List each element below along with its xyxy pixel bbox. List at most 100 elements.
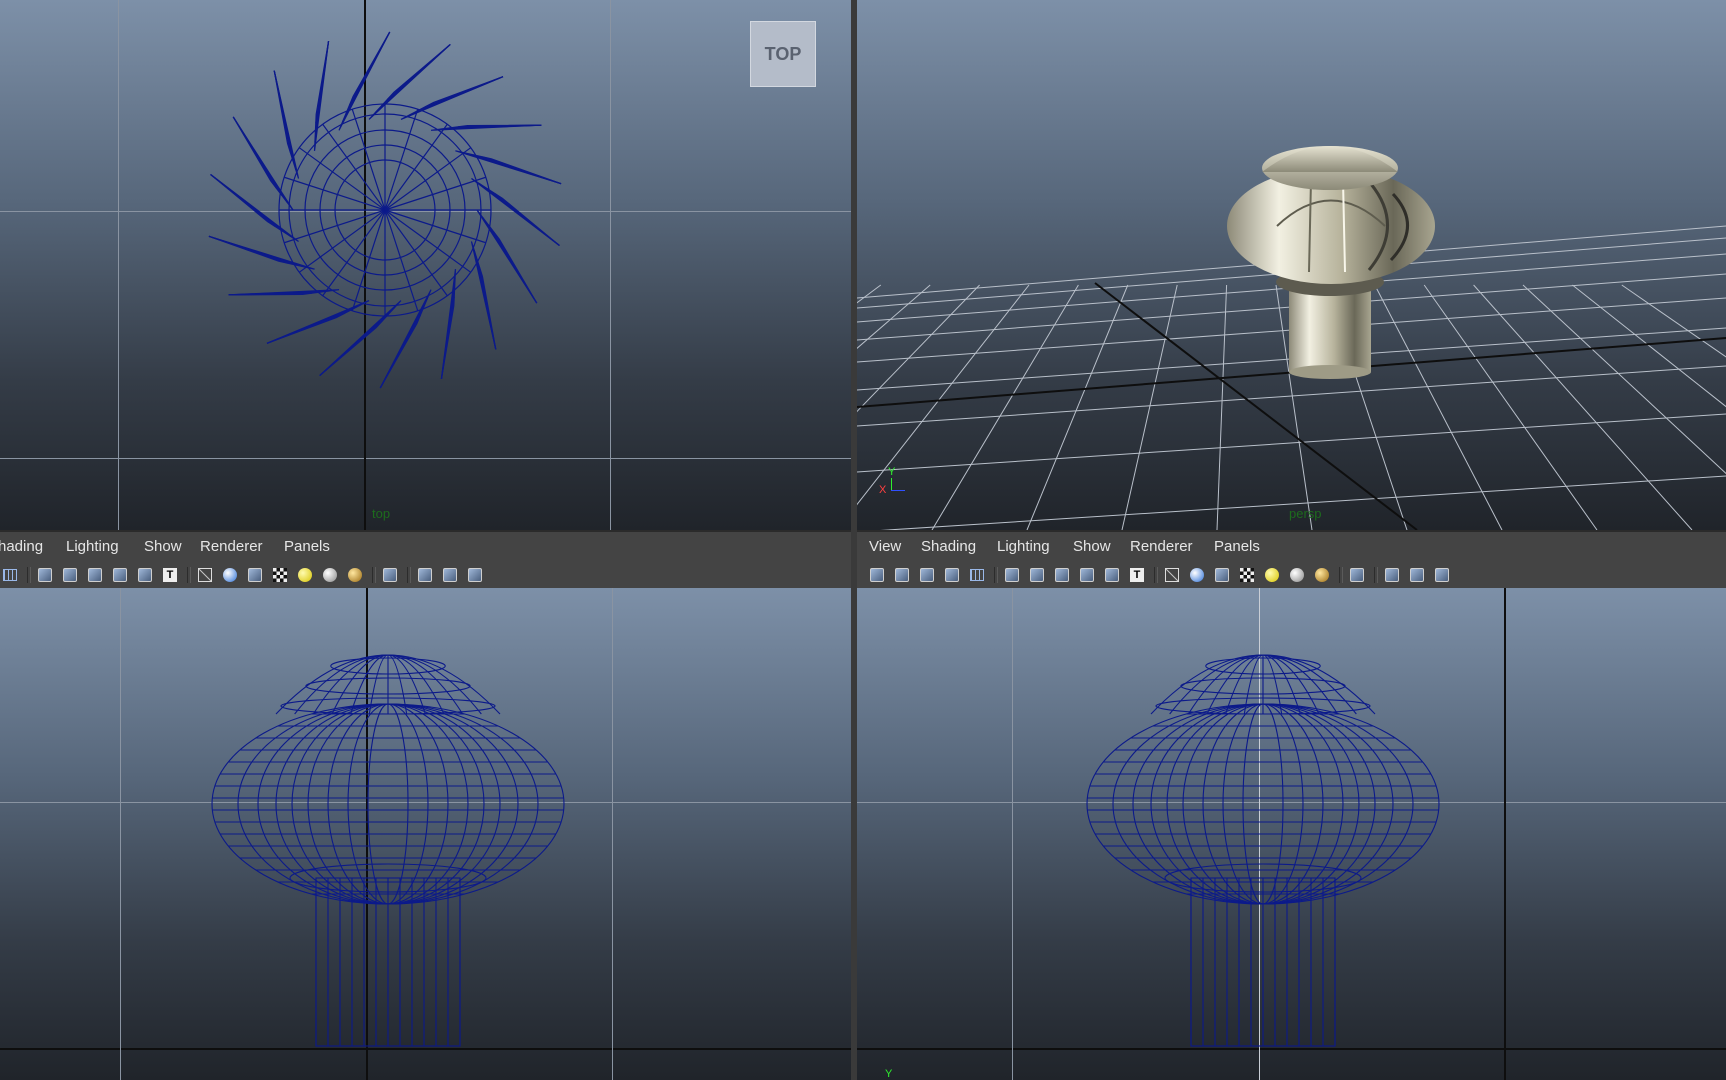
wire-spoke [284, 209, 386, 244]
wire-body-line [237, 703, 539, 905]
wire-blade-line [208, 235, 288, 264]
wire-spoke [384, 123, 448, 211]
menu-lighting[interactable]: Lighting [66, 532, 119, 562]
persp-viewport[interactable]: Y X persp [857, 0, 1726, 530]
front-wireframe-model[interactable] [0, 588, 851, 1080]
side-wireframe-model[interactable] [857, 588, 1726, 1080]
symmetry-icon[interactable] [465, 565, 485, 585]
safe-action-icon[interactable] [1102, 565, 1122, 585]
smooth-shade-icon[interactable] [1187, 565, 1207, 585]
toolbar-separator [1154, 567, 1158, 583]
wireframe-icon[interactable] [195, 565, 215, 585]
toolbar-separator [994, 567, 998, 583]
smooth-shade-icon[interactable] [220, 565, 240, 585]
toolbar-separator [187, 567, 191, 583]
wire-spoke [351, 209, 386, 311]
wireframe-on-shaded-icon[interactable] [1212, 565, 1232, 585]
wire-body-line [327, 703, 449, 905]
xray-icon[interactable] [1382, 565, 1402, 585]
menu-lighting[interactable]: Lighting [997, 532, 1050, 562]
safe-title-icon[interactable]: T [1127, 565, 1147, 585]
top-wireframe-model[interactable] [0, 0, 851, 530]
wire-spoke [384, 209, 448, 297]
camera-attributes-icon[interactable] [892, 565, 912, 585]
wire-blade-line [425, 76, 504, 108]
wire-body-line [1182, 703, 1344, 905]
lights-default-icon[interactable] [295, 565, 315, 585]
resolution-gate-icon[interactable] [1027, 565, 1047, 585]
lights-all-icon[interactable] [320, 565, 340, 585]
resolution-gate-icon[interactable] [60, 565, 80, 585]
lights-default-icon[interactable] [1262, 565, 1282, 585]
toolbar-separator [1339, 567, 1343, 583]
wire-body-line [291, 703, 485, 905]
axis-z-line [891, 490, 905, 491]
wire-body-line [1112, 703, 1414, 905]
wireframe-on-shaded-icon[interactable] [245, 565, 265, 585]
film-gate-icon[interactable] [35, 565, 55, 585]
left-panel-menubar: hading Lighting Show Renderer Panels [0, 532, 851, 562]
menu-show[interactable]: Show [1073, 532, 1111, 562]
wire-spoke [322, 209, 386, 297]
top-viewport[interactable]: TOP top [0, 0, 851, 530]
wire-spoke [384, 209, 486, 244]
axis-y-label: Y [888, 466, 896, 478]
symmetry-icon[interactable] [1432, 565, 1452, 585]
wire-body-line [347, 703, 429, 905]
wire-spoke [298, 209, 386, 273]
menu-shading[interactable]: Shading [921, 532, 976, 562]
wire-body-line [1242, 703, 1284, 905]
menu-show[interactable]: Show [144, 532, 182, 562]
wire-spoke [384, 109, 419, 211]
xray-joints-icon[interactable] [1407, 565, 1427, 585]
select-camera-icon[interactable] [867, 565, 887, 585]
field-chart-icon[interactable] [1077, 565, 1097, 585]
lights-none-icon[interactable] [1312, 565, 1332, 585]
image-plane-icon[interactable] [942, 565, 962, 585]
gate-mask-icon[interactable] [85, 565, 105, 585]
wire-blade-line [379, 314, 421, 389]
front-viewport[interactable] [0, 588, 851, 1080]
bookmark-icon[interactable] [917, 565, 937, 585]
isolate-select-icon[interactable] [1347, 565, 1367, 585]
wireframe-icon[interactable] [1162, 565, 1182, 585]
wire-body-line [367, 703, 409, 905]
safe-action-icon[interactable] [135, 565, 155, 585]
wire-blade-line [482, 156, 562, 185]
wire-blade-line [440, 296, 455, 379]
menu-renderer[interactable]: Renderer [200, 532, 263, 562]
wire-body-line [1222, 703, 1304, 905]
menu-shading[interactable]: hading [0, 532, 43, 562]
lights-all-icon[interactable] [1287, 565, 1307, 585]
menu-renderer[interactable]: Renderer [1130, 532, 1193, 562]
xray-icon[interactable] [415, 565, 435, 585]
view-cube[interactable]: TOP [750, 21, 816, 87]
gate-mask-icon[interactable] [1052, 565, 1072, 585]
menu-view[interactable]: View [869, 532, 901, 562]
wire-body-line [1166, 703, 1360, 905]
right-panel-toolbar: T [857, 562, 1726, 589]
field-chart-icon[interactable] [110, 565, 130, 585]
grid-icon[interactable] [967, 565, 987, 585]
lights-none-icon[interactable] [345, 565, 365, 585]
axis-y-label: Y [885, 1068, 893, 1080]
textured-icon[interactable] [270, 565, 290, 585]
wire-blade-line [315, 41, 330, 124]
menu-panels[interactable]: Panels [284, 532, 330, 562]
side-viewport[interactable]: Y [857, 588, 1726, 1080]
ventilator-model[interactable] [857, 0, 1726, 530]
isolate-select-icon[interactable] [380, 565, 400, 585]
safe-title-icon[interactable]: T [160, 565, 180, 585]
wire-blade-line [479, 267, 497, 350]
wire-spoke [384, 209, 472, 273]
film-gate-icon[interactable] [1002, 565, 1022, 585]
wire-body-line [307, 703, 469, 905]
wire-spoke [384, 209, 419, 311]
camera-name-label: top [372, 506, 391, 521]
textured-icon[interactable] [1237, 565, 1257, 585]
menu-panels[interactable]: Panels [1214, 532, 1260, 562]
grid-icon[interactable] [0, 565, 20, 585]
wire-blade-line [266, 312, 345, 344]
wire-body-line [1086, 703, 1440, 905]
xray-joints-icon[interactable] [440, 565, 460, 585]
